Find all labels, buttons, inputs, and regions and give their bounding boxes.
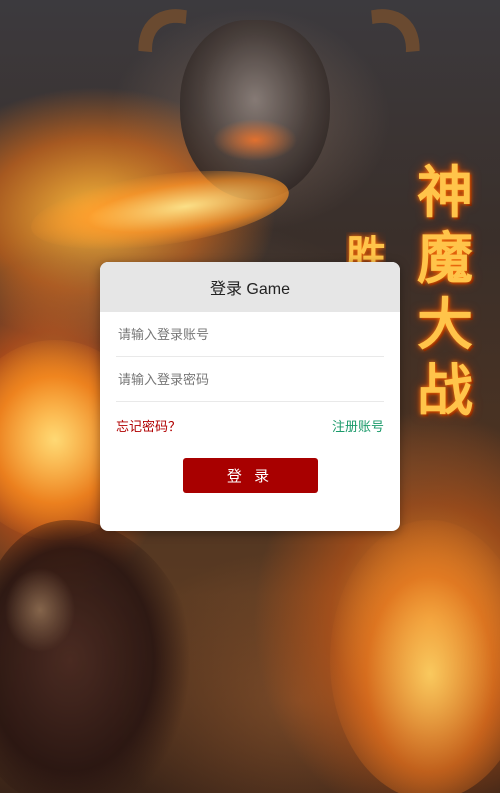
password-input[interactable] bbox=[116, 371, 384, 387]
forgot-password-link[interactable]: 忘记密码？ bbox=[116, 416, 181, 435]
background-partial-char: 胜 bbox=[346, 232, 386, 262]
login-title: 登录 Game bbox=[209, 281, 291, 298]
game-title-char: 战 bbox=[417, 358, 473, 424]
game-title-char: 大 bbox=[417, 292, 473, 358]
login-button-wrap: 登 录 bbox=[100, 458, 400, 493]
game-title-char: 魔 bbox=[417, 226, 473, 292]
game-title-char: 神 bbox=[417, 160, 473, 226]
login-card: 登录 Game 忘记密码？ 注册账号 登 录 bbox=[100, 262, 400, 531]
login-button[interactable]: 登 录 bbox=[182, 458, 318, 493]
login-header: 登录 Game bbox=[100, 262, 400, 312]
account-input[interactable] bbox=[116, 326, 384, 342]
auth-links-row: 忘记密码？ 注册账号 bbox=[116, 414, 384, 436]
account-field-row bbox=[116, 312, 384, 357]
password-field-row bbox=[116, 357, 384, 402]
register-account-link[interactable]: 注册账号 bbox=[332, 416, 384, 435]
game-logo-title: 神 魔 大 战 bbox=[410, 160, 480, 424]
